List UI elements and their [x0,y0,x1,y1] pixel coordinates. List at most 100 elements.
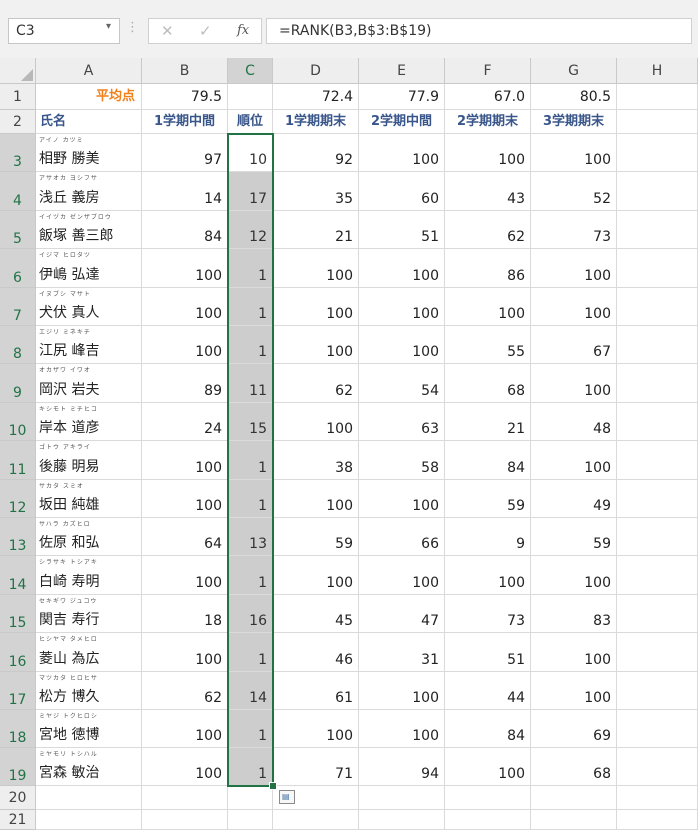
cell-empty[interactable] [531,786,617,810]
cell-empty[interactable] [617,786,698,810]
student-name-cell[interactable]: サカタ スミオ 坂田 純雄 [36,479,142,518]
score-cell[interactable]: 100 [142,326,228,365]
student-name-cell[interactable]: セキギワ ジュコウ 関吉 寿行 [36,594,142,634]
score-cell[interactable]: 24 [142,402,228,442]
row-header-5[interactable]: 5 [0,210,36,250]
score-cell[interactable]: 38 [273,441,359,480]
score-cell[interactable]: 48 [531,402,617,442]
cell-empty[interactable] [359,786,445,810]
score-cell[interactable]: 35 [273,172,359,211]
score-cell[interactable]: 100 [273,710,359,749]
row-header-2[interactable]: 2 [0,110,36,134]
student-name-cell[interactable]: イイヅカ ゼンザブロウ 飯塚 善三郎 [36,210,142,250]
student-name-cell[interactable]: アイノ カツミ 相野 勝美 [36,134,142,173]
cell-empty[interactable] [617,479,698,518]
student-name-cell[interactable]: マツカタ ヒロヒサ 松方 博久 [36,671,142,710]
score-cell[interactable]: 43 [445,172,531,211]
cell-empty[interactable] [142,810,228,830]
score-cell[interactable]: 100 [359,479,445,518]
score-cell[interactable]: 100 [445,556,531,595]
student-name-cell[interactable]: イジマ ヒロタツ 伊嶋 弘達 [36,249,142,288]
score-cell[interactable]: 58 [359,441,445,480]
student-name-cell[interactable]: エジリ ミネキチ 江尻 峰吉 [36,326,142,365]
student-name-cell[interactable]: オカザワ イワオ 岡沢 岩夫 [36,364,142,403]
rank-cell[interactable]: 1 [228,249,273,288]
rank-cell[interactable]: 16 [228,594,273,634]
average-value-b[interactable]: 79.5 [142,84,228,110]
rank-cell[interactable]: 13 [228,518,273,557]
cell-empty[interactable] [445,786,531,810]
rank-cell[interactable]: 17 [228,172,273,211]
rank-cell[interactable]: 10 [228,134,273,173]
score-cell[interactable]: 68 [445,364,531,403]
average-value-d[interactable]: 72.4 [273,84,359,110]
cell-empty[interactable] [445,810,531,830]
student-name-cell[interactable]: ヒシヤマ タメヒロ 菱山 為広 [36,633,142,672]
score-cell[interactable]: 100 [142,249,228,288]
column-title-a[interactable]: 氏名 [36,110,142,134]
score-cell[interactable]: 63 [359,402,445,442]
column-title-c[interactable]: 順位 [228,110,273,134]
quick-analysis-icon[interactable]: ▤ [279,790,295,804]
score-cell[interactable]: 100 [531,364,617,403]
row-header-6[interactable]: 6 [0,249,36,288]
rank-cell[interactable]: 1 [228,479,273,518]
score-cell[interactable]: 100 [359,249,445,288]
cell-empty[interactable] [617,594,698,634]
score-cell[interactable]: 100 [445,748,531,786]
score-cell[interactable]: 71 [273,748,359,786]
average-value-c[interactable] [228,84,273,110]
score-cell[interactable]: 18 [142,594,228,634]
column-header-a[interactable]: A [36,58,142,84]
cell-empty[interactable] [36,786,142,810]
average-value-e[interactable]: 77.9 [359,84,445,110]
score-cell[interactable]: 60 [359,172,445,211]
cell-empty[interactable] [273,810,359,830]
score-cell[interactable]: 100 [531,134,617,173]
cell-empty[interactable] [617,710,698,749]
score-cell[interactable]: 47 [359,594,445,634]
score-cell[interactable]: 73 [531,210,617,250]
score-cell[interactable]: 86 [445,249,531,288]
rank-cell[interactable]: 1 [228,326,273,365]
fill-handle[interactable] [269,782,277,790]
score-cell[interactable]: 100 [445,287,531,326]
score-cell[interactable]: 49 [531,479,617,518]
score-cell[interactable]: 100 [531,671,617,710]
student-name-cell[interactable]: シラサキ トシアキ 白崎 寿明 [36,556,142,595]
score-cell[interactable]: 100 [273,326,359,365]
score-cell[interactable]: 68 [531,748,617,786]
row-header-3[interactable]: 3 [0,134,36,173]
score-cell[interactable]: 100 [531,441,617,480]
cell-empty[interactable] [617,172,698,211]
score-cell[interactable]: 100 [531,633,617,672]
score-cell[interactable]: 84 [445,441,531,480]
row-header-17[interactable]: 17 [0,671,36,710]
cell-empty[interactable] [531,810,617,830]
row-header-7[interactable]: 7 [0,287,36,326]
score-cell[interactable]: 100 [359,556,445,595]
score-cell[interactable]: 62 [142,671,228,710]
rank-cell[interactable]: 1 [228,633,273,672]
rank-cell[interactable]: 1 [228,441,273,480]
score-cell[interactable]: 73 [445,594,531,634]
score-cell[interactable]: 100 [359,710,445,749]
average-value-f[interactable]: 67.0 [445,84,531,110]
score-cell[interactable]: 94 [359,748,445,786]
score-cell[interactable]: 66 [359,518,445,557]
cell-empty[interactable] [617,748,698,786]
student-name-cell[interactable]: ゴトウ アキライ 後藤 明易 [36,441,142,480]
rank-cell[interactable]: 12 [228,210,273,250]
score-cell[interactable]: 21 [445,402,531,442]
score-cell[interactable]: 97 [142,134,228,173]
student-name-cell[interactable]: ミヤジ トクヒロシ 宮地 徳博 [36,710,142,749]
row-header-20[interactable]: 20 [0,786,36,810]
score-cell[interactable]: 61 [273,671,359,710]
score-cell[interactable]: 100 [531,556,617,595]
row-header-9[interactable]: 9 [0,364,36,403]
score-cell[interactable]: 62 [273,364,359,403]
score-cell[interactable]: 100 [273,556,359,595]
cell-empty[interactable] [142,786,228,810]
score-cell[interactable]: 100 [359,287,445,326]
score-cell[interactable]: 100 [142,441,228,480]
